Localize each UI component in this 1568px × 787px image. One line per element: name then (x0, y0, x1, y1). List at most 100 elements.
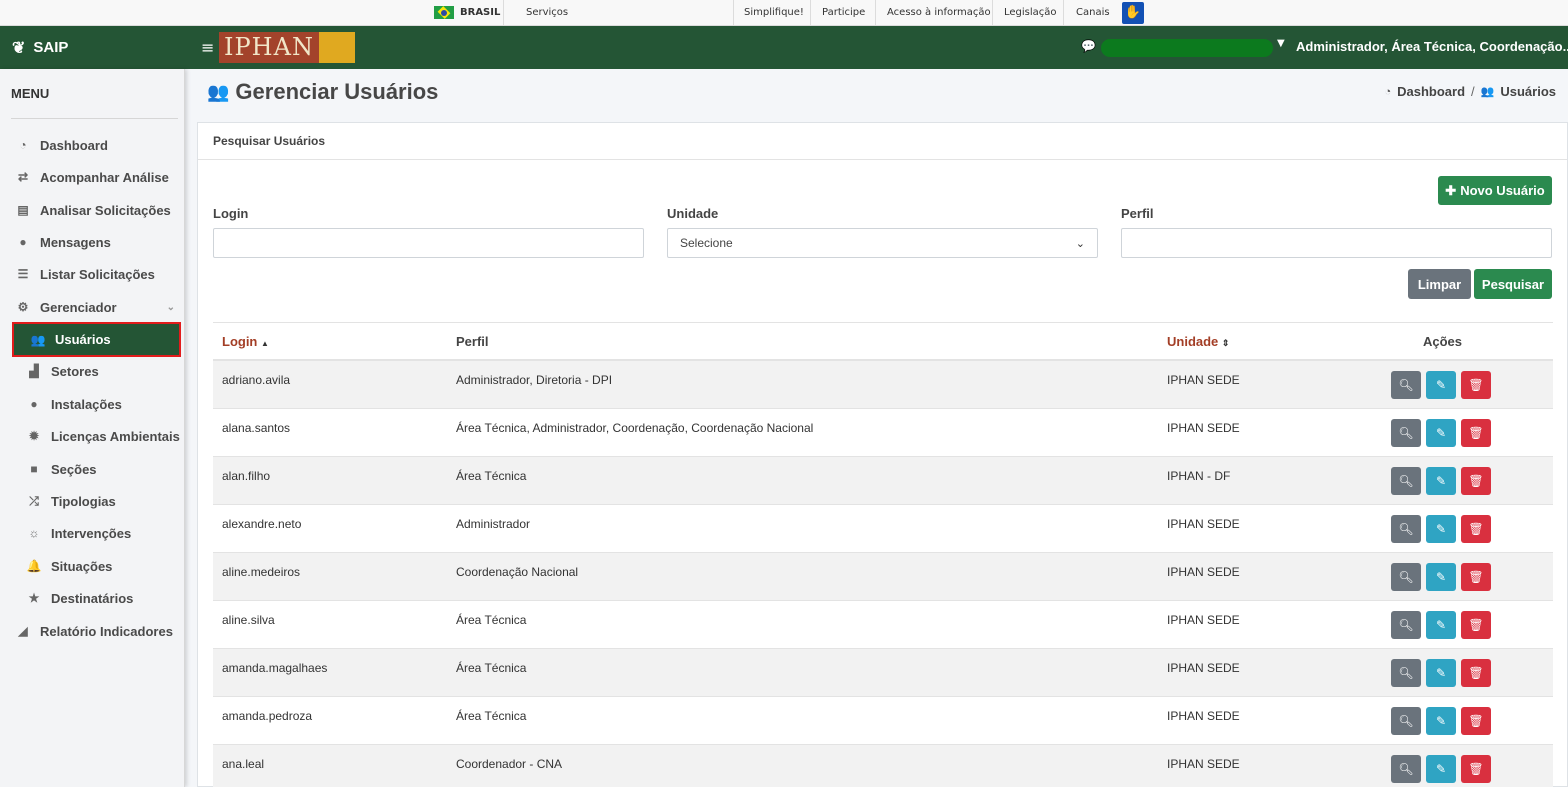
plus-icon: ✚ (1445, 182, 1457, 198)
sidebar-item-analisar-solicitacoes[interactable]: ▤ Analisar Solicitações (11, 194, 181, 226)
column-login-label: Login (222, 334, 258, 349)
sidebar-item-mensagens[interactable]: ● Mensagens (11, 226, 181, 258)
perfil-input[interactable] (1121, 228, 1552, 258)
edit-button[interactable]: ✎ (1426, 707, 1456, 735)
login-label: Login (213, 206, 249, 221)
column-login-header[interactable]: Login ▲ (222, 334, 269, 349)
gov-link-acesso[interactable]: Acesso à informação (887, 7, 991, 18)
gov-link-canais[interactable]: Canais (1076, 7, 1110, 18)
edit-button[interactable]: ✎ (1426, 419, 1456, 447)
edit-button[interactable]: ✎ (1426, 659, 1456, 687)
view-button[interactable]: 🔍︎ (1391, 611, 1421, 639)
cell-perfil: Área Técnica (456, 661, 527, 675)
sidebar-item-situacoes[interactable]: 🔔 Situações (22, 550, 180, 582)
column-acoes-header: Ações (1423, 334, 1463, 349)
brasil-label: BRASIL (460, 7, 501, 18)
brasil-link[interactable]: BRASIL (434, 6, 500, 19)
table-row: aline.silva Área Técnica IPHAN SEDE 🔍︎ ✎ 🗑︎ (213, 601, 1553, 649)
view-button[interactable]: 🔍︎ (1391, 659, 1421, 687)
sidebar-item-listar-solicitacoes[interactable]: ☰ Listar Solicitações (11, 258, 181, 290)
delete-button[interactable]: 🗑︎ (1461, 563, 1491, 591)
sidebar-item-relatorio-indicadores[interactable]: ◢ Relatório Indicadores (11, 615, 181, 647)
delete-button[interactable]: 🗑︎ (1461, 467, 1491, 495)
book-icon: ▤ (17, 203, 29, 217)
gov-link-legislacao[interactable]: Legislação (1004, 7, 1057, 18)
edit-icon: ✎ (1435, 426, 1447, 440)
breadcrumb: ◔ Dashboard / 👥 Usuários (1384, 84, 1556, 99)
view-button[interactable]: 🔍︎ (1391, 707, 1421, 735)
edit-icon: ✎ (1435, 762, 1447, 776)
edit-button[interactable]: ✎ (1426, 563, 1456, 591)
top-header: ≡ IPHAN 💬 ▼ Administrador, Área Técnica,… (185, 26, 1568, 69)
sidebar-item-licencas-ambientais[interactable]: ✹ Licenças Ambientais (22, 420, 180, 452)
delete-button[interactable]: 🗑︎ (1461, 755, 1491, 783)
new-user-label: Novo Usuário (1460, 183, 1545, 198)
view-button[interactable]: 🔍︎ (1391, 419, 1421, 447)
cell-unidade: IPHAN SEDE (1167, 421, 1240, 435)
view-button[interactable]: 🔍︎ (1391, 755, 1421, 783)
accessibility-icon[interactable]: ✋ (1122, 2, 1144, 24)
trash-icon: 🗑︎ (1468, 426, 1484, 440)
edit-button[interactable]: ✎ (1426, 515, 1456, 543)
cell-unidade: IPHAN SEDE (1167, 373, 1240, 387)
edit-button[interactable]: ✎ (1426, 467, 1456, 495)
sidebar-item-gerenciador[interactable]: ⚙ Gerenciador ⌄ (11, 291, 181, 323)
messages-icon[interactable]: 💬 (1081, 39, 1096, 53)
delete-button[interactable]: 🗑︎ (1461, 515, 1491, 543)
delete-button[interactable]: 🗑︎ (1461, 419, 1491, 447)
view-button[interactable]: 🔍︎ (1391, 515, 1421, 543)
cell-unidade: IPHAN SEDE (1167, 517, 1240, 531)
cell-login: ana.leal (222, 757, 265, 771)
hamburger-menu-icon[interactable]: ≡ (201, 38, 214, 57)
services-link[interactable]: Serviços (526, 7, 568, 18)
sidebar-item-intervencoes[interactable]: ☼ Intervenções (22, 517, 180, 549)
iphan-logo-text: IPHAN (219, 32, 319, 63)
delete-button[interactable]: 🗑︎ (1461, 371, 1491, 399)
sidebar: MENU ◔ Dashboard ⇄ Acompanhar Análise ▤ … (0, 69, 185, 787)
sidebar-item-usuarios[interactable]: 👥 Usuários (12, 322, 181, 357)
app-brand[interactable]: ❦ SAIP (0, 26, 185, 69)
card-title: Pesquisar Usuários (198, 123, 1567, 160)
sidebar-item-dashboard[interactable]: ◔ Dashboard (11, 129, 181, 161)
view-button[interactable]: 🔍︎ (1391, 467, 1421, 495)
cell-perfil: Coordenador - CNA (456, 757, 563, 771)
view-button[interactable]: 🔍︎ (1391, 371, 1421, 399)
unidade-select[interactable]: Selecione ⌄ (667, 228, 1098, 258)
edit-button[interactable]: ✎ (1426, 371, 1456, 399)
delete-button[interactable]: 🗑︎ (1461, 611, 1491, 639)
edit-button[interactable]: ✎ (1426, 611, 1456, 639)
sidebar-item-secoes[interactable]: ■ Seções (22, 453, 180, 485)
sidebar-item-setores[interactable]: ▟ Setores (22, 355, 180, 387)
user-roles[interactable]: Administrador, Área Técnica, Coordenação… (1296, 39, 1568, 54)
breadcrumb-dashboard[interactable]: Dashboard (1397, 84, 1465, 99)
login-input[interactable] (213, 228, 644, 258)
table-row: adriano.avila Administrador, Diretoria - … (213, 361, 1553, 409)
dashboard-icon: ◔ (19, 138, 27, 152)
sidebar-item-destinatarios[interactable]: ★ Destinatários (22, 582, 180, 614)
sidebar-item-label: Dashboard (40, 137, 108, 153)
delete-button[interactable]: 🗑︎ (1461, 659, 1491, 687)
column-unidade-header[interactable]: Unidade ⇕ (1167, 334, 1229, 349)
redacted-user-name (1101, 39, 1273, 57)
industry-icon: ▟ (29, 364, 39, 378)
search-users-card: Pesquisar Usuários ✚ Novo Usuário Login … (197, 122, 1568, 787)
user-dropdown-caret-icon[interactable]: ▼ (1277, 38, 1285, 49)
search-button[interactable]: Pesquisar (1474, 269, 1552, 299)
sidebar-item-instalacoes[interactable]: ● Instalações (22, 388, 180, 420)
breadcrumb-separator: / (1471, 84, 1475, 99)
cell-login: aline.silva (222, 613, 275, 627)
delete-button[interactable]: 🗑︎ (1461, 707, 1491, 735)
sidebar-item-label: Seções (51, 461, 97, 477)
sidebar-item-tipologias[interactable]: ⤮ Tipologias (22, 485, 180, 517)
gov-link-participe[interactable]: Participe (822, 7, 865, 18)
table-row: ana.leal Coordenador - CNA IPHAN SEDE 🔍︎ ✎ 🗑︎ (213, 745, 1553, 787)
edit-button[interactable]: ✎ (1426, 755, 1456, 783)
clear-button[interactable]: Limpar (1408, 269, 1471, 299)
view-button[interactable]: 🔍︎ (1391, 563, 1421, 591)
table-row: alan.filho Área Técnica IPHAN - DF 🔍︎ ✎ 🗑︎ (213, 457, 1553, 505)
table-row: amanda.magalhaes Área Técnica IPHAN SEDE 🔍︎… (213, 649, 1553, 697)
cell-perfil: Área Técnica (456, 613, 527, 627)
sidebar-item-acompanhar-analise[interactable]: ⇄ Acompanhar Análise (11, 161, 181, 193)
new-user-button[interactable]: ✚ Novo Usuário (1438, 176, 1552, 205)
gov-link-simplifique[interactable]: Simplifique! (744, 7, 804, 18)
